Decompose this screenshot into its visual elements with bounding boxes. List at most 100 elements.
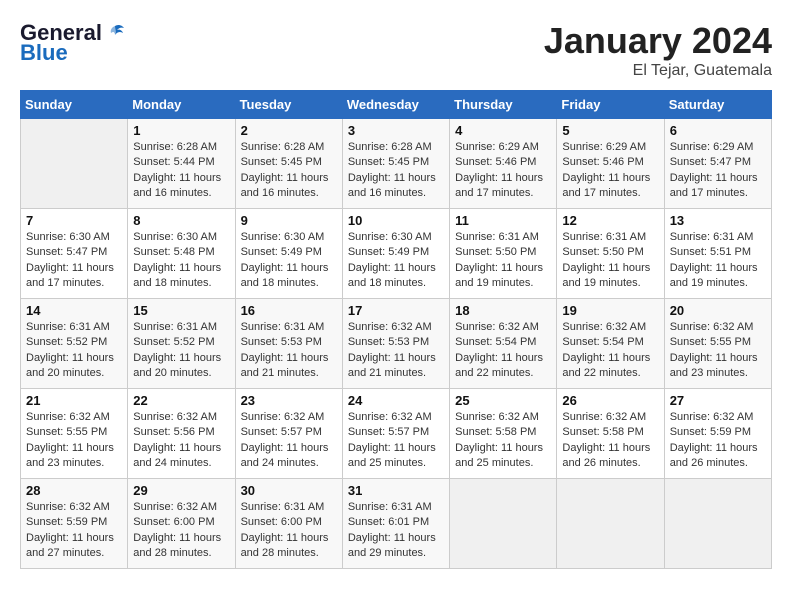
calendar-cell: 24 Sunrise: 6:32 AM Sunset: 5:57 PM Dayli…	[342, 389, 449, 479]
calendar-week-row: 1Sunrise: 6:28 AM Sunset: 5:44 PM Daylig…	[21, 119, 772, 209]
calendar-cell: 19 Sunrise: 6:32 AM Sunset: 5:54 PM Dayli…	[557, 299, 664, 389]
weekday-header-friday: Friday	[557, 91, 664, 119]
weekday-header-tuesday: Tuesday	[235, 91, 342, 119]
day-info: Sunrise: 6:29 AM Sunset: 5:46 PM Dayligh…	[455, 140, 551, 202]
calendar-cell	[21, 119, 128, 209]
day-number: 2	[241, 123, 337, 138]
logo-blue: Blue	[20, 40, 68, 66]
weekday-header-row: SundayMondayTuesdayWednesdayThursdayFrid…	[21, 91, 772, 119]
day-info: Sunrise: 6:29 AM Sunset: 5:47 PM Dayligh…	[670, 140, 766, 202]
calendar-cell: 16 Sunrise: 6:31 AM Sunset: 5:53 PM Dayli…	[235, 299, 342, 389]
weekday-header-sunday: Sunday	[21, 91, 128, 119]
day-number: 3	[348, 123, 444, 138]
day-number: 11	[455, 213, 551, 228]
day-info: Sunrise: 6:30 AM Sunset: 5:49 PM Dayligh…	[348, 230, 444, 292]
day-number: 20	[670, 303, 766, 318]
day-number: 1	[133, 123, 229, 138]
day-number: 22	[133, 393, 229, 408]
location: El Tejar, Guatemala	[544, 62, 772, 80]
day-info: Sunrise: 6:32 AM Sunset: 5:55 PM Dayligh…	[26, 410, 122, 472]
day-number: 30	[241, 483, 337, 498]
day-info: Sunrise: 6:32 AM Sunset: 5:57 PM Dayligh…	[241, 410, 337, 472]
calendar-cell: 29 Sunrise: 6:32 AM Sunset: 6:00 PM Dayli…	[128, 479, 235, 569]
day-info: Sunrise: 6:32 AM Sunset: 6:00 PM Dayligh…	[133, 500, 229, 562]
calendar-cell: 27 Sunrise: 6:32 AM Sunset: 5:59 PM Dayli…	[664, 389, 771, 479]
logo-bird-icon	[104, 22, 126, 44]
weekday-header-saturday: Saturday	[664, 91, 771, 119]
calendar-cell: 25Sunrise: 6:32 AM Sunset: 5:58 PM Dayli…	[450, 389, 557, 479]
calendar-cell: 31Sunrise: 6:31 AM Sunset: 6:01 PM Dayli…	[342, 479, 449, 569]
calendar-cell: 26Sunrise: 6:32 AM Sunset: 5:58 PM Dayli…	[557, 389, 664, 479]
day-number: 23	[241, 393, 337, 408]
calendar-cell: 15 Sunrise: 6:31 AM Sunset: 5:52 PM Dayli…	[128, 299, 235, 389]
calendar-cell: 3 Sunrise: 6:28 AM Sunset: 5:45 PM Daylig…	[342, 119, 449, 209]
calendar-cell: 2Sunrise: 6:28 AM Sunset: 5:45 PM Daylig…	[235, 119, 342, 209]
day-number: 27	[670, 393, 766, 408]
page-header: General Blue January 2024 El Tejar, Guat…	[20, 20, 772, 80]
day-info: Sunrise: 6:29 AM Sunset: 5:46 PM Dayligh…	[562, 140, 658, 202]
calendar-cell: 21 Sunrise: 6:32 AM Sunset: 5:55 PM Dayli…	[21, 389, 128, 479]
day-info: Sunrise: 6:31 AM Sunset: 5:52 PM Dayligh…	[133, 320, 229, 382]
calendar-cell: 11 Sunrise: 6:31 AM Sunset: 5:50 PM Dayli…	[450, 209, 557, 299]
day-info: Sunrise: 6:30 AM Sunset: 5:47 PM Dayligh…	[26, 230, 122, 292]
calendar-cell: 8 Sunrise: 6:30 AM Sunset: 5:48 PM Daylig…	[128, 209, 235, 299]
day-info: Sunrise: 6:30 AM Sunset: 5:49 PM Dayligh…	[241, 230, 337, 292]
day-number: 28	[26, 483, 122, 498]
calendar-cell: 7 Sunrise: 6:30 AM Sunset: 5:47 PM Daylig…	[21, 209, 128, 299]
calendar-cell: 18 Sunrise: 6:32 AM Sunset: 5:54 PM Dayli…	[450, 299, 557, 389]
day-info: Sunrise: 6:32 AM Sunset: 5:57 PM Dayligh…	[348, 410, 444, 472]
calendar-cell: 20Sunrise: 6:32 AM Sunset: 5:55 PM Dayli…	[664, 299, 771, 389]
calendar-table: SundayMondayTuesdayWednesdayThursdayFrid…	[20, 90, 772, 569]
weekday-header-monday: Monday	[128, 91, 235, 119]
day-number: 17	[348, 303, 444, 318]
calendar-week-row: 7 Sunrise: 6:30 AM Sunset: 5:47 PM Daylig…	[21, 209, 772, 299]
calendar-cell: 10 Sunrise: 6:30 AM Sunset: 5:49 PM Dayli…	[342, 209, 449, 299]
day-number: 15	[133, 303, 229, 318]
day-info: Sunrise: 6:31 AM Sunset: 5:50 PM Dayligh…	[562, 230, 658, 292]
day-number: 10	[348, 213, 444, 228]
day-info: Sunrise: 6:32 AM Sunset: 5:54 PM Dayligh…	[562, 320, 658, 382]
calendar-week-row: 21 Sunrise: 6:32 AM Sunset: 5:55 PM Dayli…	[21, 389, 772, 479]
day-info: Sunrise: 6:32 AM Sunset: 5:53 PM Dayligh…	[348, 320, 444, 382]
day-number: 7	[26, 213, 122, 228]
day-number: 12	[562, 213, 658, 228]
calendar-cell: 5Sunrise: 6:29 AM Sunset: 5:46 PM Daylig…	[557, 119, 664, 209]
day-number: 24	[348, 393, 444, 408]
day-info: Sunrise: 6:32 AM Sunset: 5:59 PM Dayligh…	[670, 410, 766, 472]
day-info: Sunrise: 6:31 AM Sunset: 6:00 PM Dayligh…	[241, 500, 337, 562]
day-info: Sunrise: 6:31 AM Sunset: 6:01 PM Dayligh…	[348, 500, 444, 562]
calendar-cell: 14Sunrise: 6:31 AM Sunset: 5:52 PM Dayli…	[21, 299, 128, 389]
day-number: 6	[670, 123, 766, 138]
day-number: 16	[241, 303, 337, 318]
day-info: Sunrise: 6:30 AM Sunset: 5:48 PM Dayligh…	[133, 230, 229, 292]
calendar-cell: 28Sunrise: 6:32 AM Sunset: 5:59 PM Dayli…	[21, 479, 128, 569]
calendar-cell: 22Sunrise: 6:32 AM Sunset: 5:56 PM Dayli…	[128, 389, 235, 479]
day-info: Sunrise: 6:31 AM Sunset: 5:51 PM Dayligh…	[670, 230, 766, 292]
day-number: 19	[562, 303, 658, 318]
calendar-cell: 17 Sunrise: 6:32 AM Sunset: 5:53 PM Dayli…	[342, 299, 449, 389]
calendar-cell: 23 Sunrise: 6:32 AM Sunset: 5:57 PM Dayli…	[235, 389, 342, 479]
calendar-cell: 13Sunrise: 6:31 AM Sunset: 5:51 PM Dayli…	[664, 209, 771, 299]
title-block: January 2024 El Tejar, Guatemala	[544, 20, 772, 80]
calendar-cell: 12 Sunrise: 6:31 AM Sunset: 5:50 PM Dayli…	[557, 209, 664, 299]
day-number: 8	[133, 213, 229, 228]
calendar-cell: 30 Sunrise: 6:31 AM Sunset: 6:00 PM Dayli…	[235, 479, 342, 569]
day-number: 14	[26, 303, 122, 318]
calendar-cell: 6 Sunrise: 6:29 AM Sunset: 5:47 PM Daylig…	[664, 119, 771, 209]
calendar-cell	[557, 479, 664, 569]
day-number: 9	[241, 213, 337, 228]
weekday-header-wednesday: Wednesday	[342, 91, 449, 119]
calendar-week-row: 28Sunrise: 6:32 AM Sunset: 5:59 PM Dayli…	[21, 479, 772, 569]
day-info: Sunrise: 6:31 AM Sunset: 5:50 PM Dayligh…	[455, 230, 551, 292]
day-number: 18	[455, 303, 551, 318]
day-info: Sunrise: 6:31 AM Sunset: 5:53 PM Dayligh…	[241, 320, 337, 382]
day-number: 25	[455, 393, 551, 408]
calendar-cell: 4Sunrise: 6:29 AM Sunset: 5:46 PM Daylig…	[450, 119, 557, 209]
calendar-cell: 9 Sunrise: 6:30 AM Sunset: 5:49 PM Daylig…	[235, 209, 342, 299]
day-number: 29	[133, 483, 229, 498]
day-number: 21	[26, 393, 122, 408]
calendar-cell	[450, 479, 557, 569]
day-number: 26	[562, 393, 658, 408]
day-info: Sunrise: 6:32 AM Sunset: 5:54 PM Dayligh…	[455, 320, 551, 382]
day-info: Sunrise: 6:28 AM Sunset: 5:45 PM Dayligh…	[348, 140, 444, 202]
